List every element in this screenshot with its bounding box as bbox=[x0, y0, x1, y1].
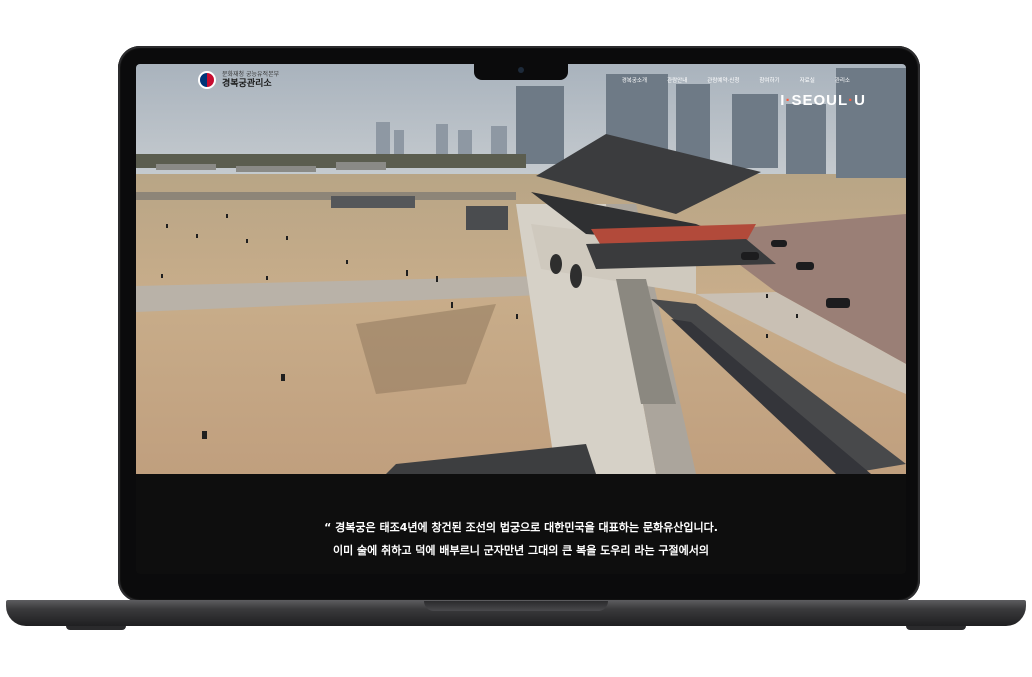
nav-item-visit-info[interactable]: 관람안내 bbox=[667, 76, 687, 84]
laptop-foot bbox=[906, 626, 966, 630]
nav-item-archive[interactable]: 자료실 bbox=[800, 76, 815, 84]
taegeuk-icon bbox=[198, 71, 216, 89]
screen: 문화재청 궁능유적본부 경복궁관리소 경복궁소개 관람안내 관람예약·신청 참여… bbox=[136, 64, 906, 574]
logo-subtitle: 문화재청 궁능유적본부 bbox=[222, 70, 280, 78]
brand-seoul: SEOUL bbox=[791, 92, 849, 109]
nav-item-office[interactable]: 관리소 bbox=[835, 76, 850, 84]
nav-item-about[interactable]: 경복궁소개 bbox=[622, 76, 647, 84]
nav-item-participate[interactable]: 참여하기 bbox=[759, 76, 779, 84]
palace-aerial-image bbox=[136, 68, 906, 474]
main-nav: 경복궁소개 관람안내 관람예약·신청 참여하기 자료실 관리소 bbox=[622, 76, 850, 84]
caption-line-2: 이미 술에 취하고 덕에 배부르니 군자만년 그대의 큰 복을 도우리 라는 구… bbox=[332, 544, 710, 557]
brand-u: U bbox=[854, 92, 866, 109]
laptop-foot bbox=[66, 626, 126, 630]
trackpad-notch bbox=[424, 601, 608, 611]
site-logo[interactable]: 문화재청 궁능유적본부 경복궁관리소 bbox=[198, 71, 279, 89]
i-seoul-u-logo[interactable]: I·SEOUL·U bbox=[780, 92, 866, 109]
hero-video[interactable]: 문화재청 궁능유적본부 경복궁관리소 경복궁소개 관람안내 관람예약·신청 참여… bbox=[136, 64, 906, 474]
nav-item-reservation[interactable]: 관람예약·신청 bbox=[707, 76, 739, 84]
logo-title: 경복궁관리소 bbox=[222, 78, 272, 89]
intro-caption: “ 경복궁은 태조4년에 창건된 조선의 법궁으로 대한민국을 대표하는 문화유… bbox=[136, 516, 906, 562]
caption-line-1: “ 경복궁은 태조4년에 창건된 조선의 법궁으로 대한민국을 대표하는 문화유… bbox=[324, 521, 718, 534]
camera-icon bbox=[518, 67, 524, 73]
